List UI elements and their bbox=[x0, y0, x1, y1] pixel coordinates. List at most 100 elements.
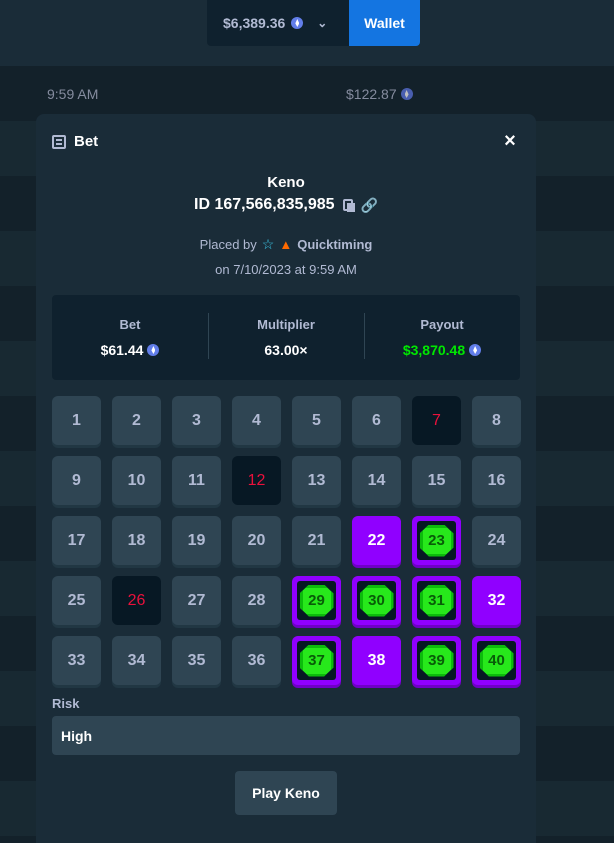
keno-tile-2[interactable]: 2 bbox=[112, 396, 161, 445]
keno-tile-37[interactable]: 37 bbox=[292, 636, 341, 685]
keno-tile-34[interactable]: 34 bbox=[112, 636, 161, 685]
tile-number: 5 bbox=[312, 411, 321, 429]
keno-tile-29[interactable]: 29 bbox=[292, 576, 341, 625]
tile-number: 36 bbox=[247, 651, 266, 669]
keno-tile-38[interactable]: 38 bbox=[352, 636, 401, 685]
gem-icon: 37 bbox=[297, 641, 336, 680]
tile-number: 19 bbox=[187, 531, 206, 549]
tile-number: 39 bbox=[428, 652, 445, 669]
keno-tile-6[interactable]: 6 bbox=[352, 396, 401, 445]
keno-tile-10[interactable]: 10 bbox=[112, 456, 161, 505]
tile-number: 6 bbox=[372, 411, 381, 429]
bet-id-row: ID 167,566,835,985 🔗 bbox=[36, 196, 536, 214]
bet-amount: $61.44 bbox=[100, 342, 144, 358]
keno-tile-18[interactable]: 18 bbox=[112, 516, 161, 565]
keno-tile-39[interactable]: 39 bbox=[412, 636, 461, 685]
tile-number: 1 bbox=[72, 411, 81, 429]
tile-number: 24 bbox=[487, 531, 506, 549]
multiplier-value: 63.00× bbox=[264, 342, 308, 358]
keno-tile-12[interactable]: 12 bbox=[232, 456, 281, 505]
tile-number: 7 bbox=[432, 411, 441, 429]
bet-stats: Bet $61.44 Multiplier 63.00× Payout $3,8… bbox=[52, 295, 520, 380]
keno-tile-28[interactable]: 28 bbox=[232, 576, 281, 625]
keno-tile-22[interactable]: 22 bbox=[352, 516, 401, 565]
gem-icon: 39 bbox=[417, 641, 456, 680]
placed-by: Placed by ☆ ▲ Quicktiming bbox=[199, 236, 373, 252]
tile-number: 34 bbox=[127, 651, 146, 669]
keno-tile-24[interactable]: 24 bbox=[472, 516, 521, 565]
keno-tile-27[interactable]: 27 bbox=[172, 576, 221, 625]
tile-number: 18 bbox=[127, 531, 146, 549]
keno-tile-23[interactable]: 23 bbox=[412, 516, 461, 565]
close-button[interactable]: × bbox=[500, 131, 520, 151]
gem-icon: 29 bbox=[297, 581, 336, 620]
keno-tile-15[interactable]: 15 bbox=[412, 456, 461, 505]
gem-icon: 31 bbox=[417, 581, 456, 620]
keno-tile-16[interactable]: 16 bbox=[472, 456, 521, 505]
gem-icon: 30 bbox=[357, 581, 396, 620]
tile-number: 32 bbox=[487, 591, 506, 609]
eth-icon bbox=[291, 17, 304, 29]
keno-tile-36[interactable]: 36 bbox=[232, 636, 281, 685]
play-keno-button[interactable]: Play Keno bbox=[235, 771, 337, 815]
keno-tile-8[interactable]: 8 bbox=[472, 396, 521, 445]
tile-number: 30 bbox=[368, 592, 385, 609]
bet-details-modal: Bet × Keno ID 167,566,835,985 🔗 Placed b… bbox=[36, 114, 536, 843]
keno-tile-17[interactable]: 17 bbox=[52, 516, 101, 565]
keno-tile-11[interactable]: 11 bbox=[172, 456, 221, 505]
tile-number: 28 bbox=[247, 591, 266, 609]
fire-icon: ▲ bbox=[279, 237, 293, 252]
keno-tile-40[interactable]: 40 bbox=[472, 636, 521, 685]
keno-tile-3[interactable]: 3 bbox=[172, 396, 221, 445]
username-link[interactable]: Quicktiming bbox=[297, 237, 372, 252]
keno-tile-4[interactable]: 4 bbox=[232, 396, 281, 445]
balance-amount: $6,389.36 bbox=[223, 15, 286, 31]
tile-number: 27 bbox=[187, 591, 206, 609]
keno-tile-32[interactable]: 32 bbox=[472, 576, 521, 625]
keno-tile-19[interactable]: 19 bbox=[172, 516, 221, 565]
payout-amount: $3,870.48 bbox=[402, 342, 466, 358]
tile-number: 35 bbox=[187, 651, 206, 669]
keno-tile-14[interactable]: 14 bbox=[352, 456, 401, 505]
keno-grid: 1 2 3 4 5 6 7 8 9 10 11 12 13 14 15 16 17 18 19 20 21 22 23 24 2… bbox=[52, 396, 521, 685]
keno-tile-26[interactable]: 26 bbox=[112, 576, 161, 625]
tile-number: 13 bbox=[307, 471, 326, 489]
tile-number: 22 bbox=[367, 531, 386, 549]
keno-tile-31[interactable]: 31 bbox=[412, 576, 461, 625]
tile-number: 12 bbox=[247, 471, 266, 489]
top-bar: $6,389.36 ⌄ Wallet bbox=[0, 0, 614, 66]
risk-select[interactable]: High bbox=[52, 716, 520, 755]
tile-number: 23 bbox=[428, 532, 445, 549]
gem-icon: 23 bbox=[417, 521, 456, 560]
keno-tile-25[interactable]: 25 bbox=[52, 576, 101, 625]
keno-tile-1[interactable]: 1 bbox=[52, 396, 101, 445]
tile-number: 17 bbox=[67, 531, 86, 549]
game-name: Keno bbox=[267, 174, 305, 191]
keno-tile-20[interactable]: 20 bbox=[232, 516, 281, 565]
tile-number: 26 bbox=[127, 591, 146, 609]
keno-tile-13[interactable]: 13 bbox=[292, 456, 341, 505]
tile-number: 38 bbox=[367, 651, 386, 669]
stat-payout: Payout $3,870.48 bbox=[364, 313, 520, 359]
wallet-button[interactable]: Wallet bbox=[349, 0, 420, 46]
eth-icon bbox=[469, 344, 482, 356]
keno-tile-35[interactable]: 35 bbox=[172, 636, 221, 685]
keno-tile-21[interactable]: 21 bbox=[292, 516, 341, 565]
link-icon[interactable]: 🔗 bbox=[361, 197, 378, 214]
ticket-icon bbox=[52, 134, 66, 149]
keno-tile-33[interactable]: 33 bbox=[52, 636, 101, 685]
bet-id: ID 167,566,835,985 bbox=[194, 196, 335, 213]
eth-icon bbox=[147, 344, 160, 356]
copy-icon[interactable] bbox=[342, 199, 355, 212]
keno-tile-5[interactable]: 5 bbox=[292, 396, 341, 445]
keno-tile-7[interactable]: 7 bbox=[412, 396, 461, 445]
tile-number: 31 bbox=[428, 592, 445, 609]
tile-number: 9 bbox=[72, 471, 81, 489]
keno-tile-9[interactable]: 9 bbox=[52, 456, 101, 505]
tile-number: 8 bbox=[492, 411, 501, 429]
keno-tile-30[interactable]: 30 bbox=[352, 576, 401, 625]
tile-number: 21 bbox=[307, 531, 326, 549]
stat-multiplier: Multiplier 63.00× bbox=[208, 313, 364, 359]
balance-selector[interactable]: $6,389.36 ⌄ bbox=[207, 0, 349, 46]
tile-number: 14 bbox=[367, 471, 386, 489]
